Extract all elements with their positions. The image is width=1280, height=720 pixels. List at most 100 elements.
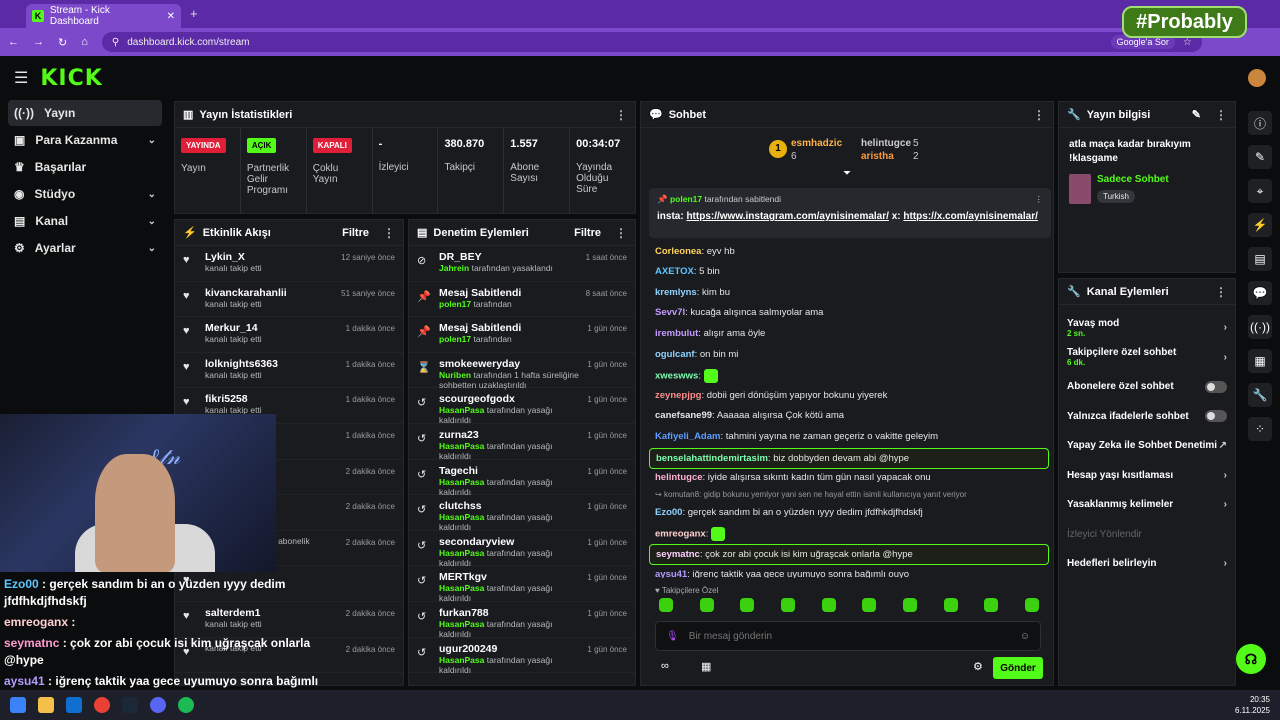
bolt-icon[interactable]: ⚡ xyxy=(1248,213,1272,237)
site-info-icon[interactable]: ⚲ xyxy=(112,37,119,48)
emote-icon[interactable] xyxy=(902,598,917,612)
pencil-icon[interactable]: ✎ xyxy=(1248,145,1272,169)
more-options-icon[interactable]: ⋮ xyxy=(1215,108,1227,122)
banned-words-row[interactable]: Yasaklanmış kelimeler › xyxy=(1059,490,1235,520)
reload-icon[interactable]: ↻ xyxy=(58,36,67,49)
more-options-icon[interactable]: ⋮ xyxy=(1215,285,1227,299)
emote-icon[interactable] xyxy=(699,598,714,612)
kick-logo[interactable]: KICK xyxy=(40,66,102,91)
forward-icon[interactable]: → xyxy=(33,36,44,48)
windows-start-icon[interactable] xyxy=(10,697,26,713)
chat-username[interactable]: Kafiyeli_Adam xyxy=(655,431,720,442)
chat-message[interactable]: helintugce: iyide alışırsa sıkıntı kadın… xyxy=(649,469,1049,490)
emoji-icon[interactable]: ☺ xyxy=(1020,631,1030,642)
slow-mode-row[interactable]: Yavaş mod 2 sn. › xyxy=(1059,313,1235,343)
category-name[interactable]: Sadece Sohbet xyxy=(1097,174,1169,185)
chat-message[interactable]: kremlyns: kim bu xyxy=(649,283,1049,304)
spotify-icon[interactable] xyxy=(178,697,194,713)
store-icon[interactable]: ▦ xyxy=(701,660,711,673)
focus-icon[interactable]: ⌖ xyxy=(1248,179,1272,203)
chat-username[interactable]: AXETOX xyxy=(655,266,694,277)
emote-icon[interactable] xyxy=(1024,598,1039,612)
mod-target[interactable]: clutchss xyxy=(439,500,579,512)
mod-target[interactable]: zurna23 xyxy=(439,429,579,441)
sidebar-item-basarilar[interactable]: ♛ Başarılar xyxy=(8,154,162,180)
emote-icon[interactable] xyxy=(943,598,958,612)
file-explorer-icon[interactable] xyxy=(38,697,54,713)
chat-username[interactable]: Corleonea xyxy=(655,246,701,257)
mod-target[interactable]: ugur200249 xyxy=(439,643,579,655)
chat-message[interactable]: Ezo00: gerçek sandım bi an o yüzden ıyyy… xyxy=(649,503,1049,524)
chat-message[interactable]: AXETOX: 5 bin xyxy=(649,263,1049,284)
outlook-icon[interactable] xyxy=(66,697,82,713)
edit-icon[interactable]: ✎ xyxy=(1192,108,1201,121)
subscribers-only-toggle[interactable] xyxy=(1205,380,1227,393)
sidebar-item-ayarlar[interactable]: ⚙ Ayarlar ⌄ xyxy=(8,235,162,261)
chat-username[interactable]: benselahattindemirtasim xyxy=(656,453,768,464)
layout-icon[interactable]: ▦ xyxy=(1248,349,1272,373)
mod-user[interactable]: Jahrein xyxy=(439,263,469,273)
mod-user[interactable]: HasanPasa xyxy=(439,655,484,665)
mod-target[interactable]: MERTkgv xyxy=(439,571,579,583)
broadcast-icon[interactable]: ((·)) xyxy=(1248,315,1272,339)
chat-username[interactable]: kremlyns xyxy=(655,287,697,298)
more-options-icon[interactable]: ⋮ xyxy=(615,108,627,122)
mod-target[interactable]: Tagechi xyxy=(439,465,579,477)
mod-user[interactable]: polen17 xyxy=(439,299,471,309)
chat-message[interactable]: Kafiyeli_Adam: tahmini yayına ne zaman g… xyxy=(649,427,1049,448)
chat-username[interactable]: emreoganx xyxy=(655,529,706,540)
chat-username[interactable]: Sevv7l xyxy=(655,307,685,318)
chat-username[interactable]: aysu41 xyxy=(655,569,687,579)
mod-user[interactable]: HasanPasa xyxy=(439,619,484,629)
chat-settings-icon[interactable]: ⚙ xyxy=(973,660,983,673)
close-tab-icon[interactable]: ✕ xyxy=(167,11,175,22)
chat-username[interactable]: canefsane99 xyxy=(655,410,712,421)
mod-target[interactable]: secondaryview xyxy=(439,536,579,548)
sidebar-item-para-kazanma[interactable]: ▣ Para Kazanma ⌄ xyxy=(8,127,162,153)
emote-icon[interactable] xyxy=(740,598,755,612)
collapse-icon[interactable]: ⏷ xyxy=(843,168,851,179)
pinned-link[interactable]: https://x.com/aynisinemalar/ xyxy=(903,211,1038,222)
chat-message[interactable]: benselahattindemirtasim: biz dobbyden de… xyxy=(649,447,1049,469)
more-options-icon[interactable]: ⋮ xyxy=(1035,194,1044,205)
emote-icon[interactable] xyxy=(659,598,673,612)
mod-target[interactable]: Mesaj Sabitlendi xyxy=(439,287,578,299)
chat-message[interactable]: Sevv7l: kucağa alışınca salmıyolar ama xyxy=(649,304,1049,325)
chat-message[interactable]: xweswws: xyxy=(649,366,1049,387)
chat-username[interactable]: ogulcanf xyxy=(655,349,695,360)
event-user[interactable]: kivanckarahanlii xyxy=(205,287,333,299)
more-options-icon[interactable]: ⋮ xyxy=(383,226,395,240)
mod-user[interactable]: HasanPasa xyxy=(439,512,484,522)
hamburger-menu-icon[interactable]: ☰ xyxy=(14,68,28,88)
event-user[interactable]: lolknights6363 xyxy=(205,358,338,370)
chat-icon[interactable]: 💬 xyxy=(1248,281,1272,305)
new-tab-icon[interactable]: + xyxy=(190,6,198,21)
mod-target[interactable]: smokeeweryday xyxy=(439,358,579,370)
filter-button[interactable]: Filtre xyxy=(342,227,369,239)
chat-message[interactable]: aysu41: iğrenç taktik yaa gece uyumuyo s… xyxy=(649,565,1049,579)
emote-icon[interactable] xyxy=(821,598,836,612)
event-user[interactable]: Lykin_X xyxy=(205,251,333,263)
chat-username[interactable]: seymatnc xyxy=(656,549,700,560)
user-avatar[interactable] xyxy=(1248,69,1266,87)
chat-input[interactable] xyxy=(688,630,1010,642)
chat-message[interactable]: Corleonea: eyv hb xyxy=(649,242,1049,263)
url-field[interactable]: ⚲ dashboard.kick.com/stream Google'a Sor… xyxy=(101,32,1202,52)
chat-message[interactable]: emreoganx: xyxy=(649,524,1049,545)
event-user[interactable]: Merkur_14 xyxy=(205,322,338,334)
chat-message[interactable]: zeynepjpg: dobii geri dönüşüm yapıyor bo… xyxy=(649,386,1049,407)
chat-username[interactable]: irembulut xyxy=(655,328,698,339)
chat-message[interactable]: irembulut: alışır ama öyle xyxy=(649,324,1049,345)
mod-target[interactable]: Mesaj Sabitlendi xyxy=(439,322,579,334)
chrome-icon[interactable] xyxy=(94,697,110,713)
browser-tab[interactable]: K Stream - Kick Dashboard ✕ xyxy=(26,4,181,28)
more-options-icon[interactable]: ⋮ xyxy=(615,226,627,240)
chat-message[interactable]: seymatnc: çok zor abi çocuk isi kim uğra… xyxy=(649,544,1049,565)
bookmark-star-icon[interactable]: ☆ xyxy=(1183,37,1192,48)
mod-user[interactable]: HasanPasa xyxy=(439,548,484,558)
share-icon[interactable]: ⁘ xyxy=(1248,417,1272,441)
list-icon[interactable]: ▤ xyxy=(1248,247,1272,271)
chat-message[interactable]: canefsane99: Aaaaaa alışırsa Çok kötü am… xyxy=(649,407,1049,428)
mod-user[interactable]: HasanPasa xyxy=(439,477,484,487)
mod-target[interactable]: scourgeofgodx xyxy=(439,393,579,405)
